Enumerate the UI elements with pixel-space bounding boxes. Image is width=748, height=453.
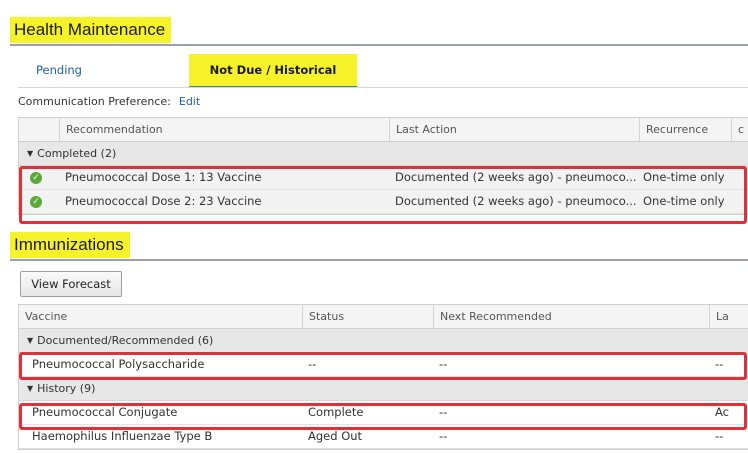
check-circle-icon: ✓	[30, 172, 42, 184]
immunizations-title: Immunizations	[10, 232, 130, 258]
table-header: Vaccine Status Next Recommended La	[19, 305, 748, 329]
table-row[interactable]: Pneumococcal Polysaccharide -- -- --	[19, 353, 748, 377]
status-cell: --	[308, 357, 317, 371]
edit-link[interactable]: Edit	[179, 95, 200, 108]
tab-pending[interactable]: Pending	[36, 63, 82, 77]
column-header-vaccine[interactable]: Vaccine	[19, 305, 302, 328]
tabs-divider	[18, 87, 748, 88]
next-recommended-cell: --	[439, 405, 448, 419]
vaccine-cell: Haemophilus Influenzae Type B	[32, 429, 213, 443]
status-column-header	[19, 118, 59, 141]
recommendation-cell: Pneumococcal Dose 2: 23 Vaccine	[65, 194, 262, 208]
communication-preference: Communication Preference: Edit	[18, 95, 200, 108]
recommendation-table: Recommendation Last Action Recurrence c …	[18, 117, 748, 215]
status-cell: Aged Out	[308, 429, 363, 443]
table-row[interactable]: Pneumococcal Conjugate Complete -- Ac	[19, 401, 748, 425]
group-label: Completed (2)	[37, 147, 117, 160]
last-action-cell: Documented (2 weeks ago) - pneumoco...	[395, 194, 637, 208]
immunizations-table: Vaccine Status Next Recommended La ▼ Docu…	[18, 304, 748, 450]
column-header-status[interactable]: Status	[302, 305, 433, 328]
recommendation-cell: Pneumococcal Dose 1: 13 Vaccine	[65, 170, 262, 184]
next-recommended-cell: --	[439, 429, 448, 443]
column-header-next-recommended[interactable]: Next Recommended	[433, 305, 709, 328]
column-header-recommendation[interactable]: Recommendation	[59, 118, 389, 141]
table-row[interactable]: Haemophilus Influenzae Type B Aged Out -…	[19, 425, 748, 449]
view-forecast-button[interactable]: View Forecast	[20, 271, 122, 297]
caret-down-icon: ▼	[27, 384, 34, 393]
communication-preference-label: Communication Preference:	[18, 95, 171, 108]
section-divider	[10, 259, 748, 261]
last-cell: --	[715, 357, 724, 371]
column-header-last-action[interactable]: Last Action	[389, 118, 639, 141]
status-cell: Complete	[308, 405, 364, 419]
caret-down-icon: ▼	[27, 336, 34, 345]
table-header: Recommendation Last Action Recurrence c	[19, 118, 748, 142]
last-cell: Ac	[715, 405, 729, 419]
recurrence-cell: One-time only	[643, 194, 725, 208]
caret-down-icon: ▼	[27, 149, 34, 158]
group-label: Documented/Recommended (6)	[37, 334, 214, 347]
section-divider	[10, 44, 748, 46]
vaccine-cell: Pneumococcal Polysaccharide	[32, 357, 205, 371]
last-action-cell: Documented (2 weeks ago) - pneumoco...	[395, 170, 637, 184]
group-row-history[interactable]: ▼ History (9)	[19, 377, 748, 401]
check-circle-icon: ✓	[30, 196, 42, 208]
health-maintenance-title: Health Maintenance	[10, 17, 172, 43]
column-header-recurrence[interactable]: Recurrence	[639, 118, 731, 141]
column-header-truncated[interactable]: La	[709, 305, 748, 328]
recurrence-cell: One-time only	[643, 170, 725, 184]
last-cell: --	[715, 429, 724, 443]
group-row-completed[interactable]: ▼ Completed (2)	[19, 142, 748, 166]
next-recommended-cell: --	[439, 357, 448, 371]
group-label: History (9)	[37, 382, 96, 395]
group-row-documented[interactable]: ▼ Documented/Recommended (6)	[19, 329, 748, 353]
column-header-truncated[interactable]: c	[731, 118, 748, 141]
tab-not-due-historical[interactable]: Not Due / Historical	[189, 54, 357, 88]
table-row[interactable]: ✓ Pneumococcal Dose 1: 13 Vaccine Docume…	[19, 166, 748, 190]
table-row[interactable]: ✓ Pneumococcal Dose 2: 23 Vaccine Docume…	[19, 190, 748, 214]
vaccine-cell: Pneumococcal Conjugate	[32, 405, 178, 419]
